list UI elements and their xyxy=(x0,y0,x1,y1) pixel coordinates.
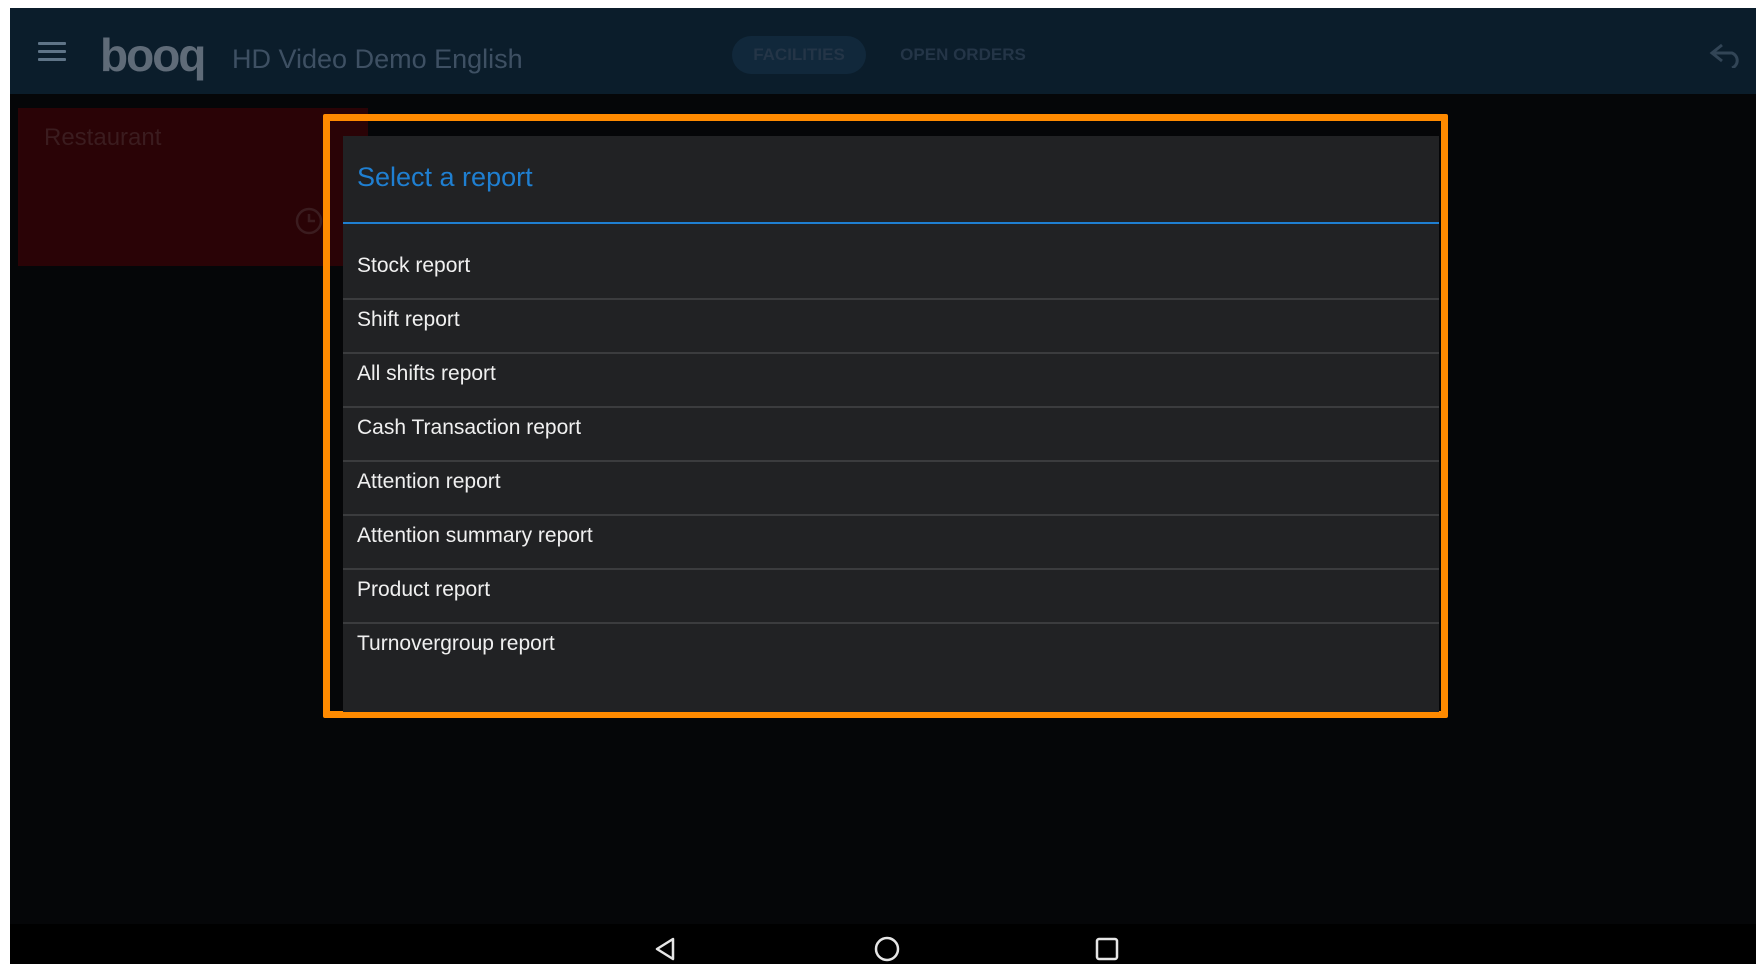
dialog-title: Select a report xyxy=(357,162,533,192)
report-item-label: Attention report xyxy=(357,470,501,493)
report-item-label: Turnovergroup report xyxy=(357,632,555,655)
report-item-label: Shift report xyxy=(357,308,460,331)
tab-open-orders[interactable]: OPEN ORDERS xyxy=(890,36,1036,74)
report-item-label: Stock report xyxy=(357,254,471,277)
report-item-label: Product report xyxy=(357,578,491,601)
facility-card-label: Restaurant xyxy=(44,124,162,151)
report-item-stock[interactable]: Stock report xyxy=(343,246,1439,300)
report-item-all-shifts[interactable]: All shifts report xyxy=(343,354,1439,408)
back-arrow-icon[interactable] xyxy=(1708,42,1744,68)
facility-card-restaurant[interactable]: Restaurant xyxy=(18,108,368,266)
report-item-label: Cash Transaction report xyxy=(357,416,582,439)
app-title: HD Video Demo English xyxy=(232,44,523,74)
menu-icon[interactable] xyxy=(38,42,66,62)
app-bar: booq HD Video Demo English FACILITIES OP… xyxy=(10,8,1756,94)
select-report-dialog: Select a report Stock report Shift repor… xyxy=(343,136,1439,712)
dialog-divider xyxy=(343,222,1439,224)
report-item-cash-transaction[interactable]: Cash Transaction report xyxy=(343,408,1439,462)
report-item-product[interactable]: Product report xyxy=(343,570,1439,624)
report-item-label: Attention summary report xyxy=(357,524,593,547)
nav-recents-icon[interactable] xyxy=(1092,934,1122,964)
tab-facilities[interactable]: FACILITIES xyxy=(732,36,866,74)
nav-back-icon[interactable] xyxy=(650,934,680,964)
report-item-attention-summary[interactable]: Attention summary report xyxy=(343,516,1439,570)
app-screen: booq HD Video Demo English FACILITIES OP… xyxy=(10,8,1756,964)
system-nav-bar xyxy=(10,924,1756,964)
clock-icon xyxy=(295,207,323,235)
report-item-turnovergroup[interactable]: Turnovergroup report xyxy=(343,624,1439,678)
report-item-label: All shifts report xyxy=(357,362,496,385)
report-item-attention[interactable]: Attention report xyxy=(343,462,1439,516)
report-list: Stock report Shift report All shifts rep… xyxy=(343,246,1439,678)
nav-home-icon[interactable] xyxy=(872,934,902,964)
app-logo: booq xyxy=(100,29,206,81)
report-item-shift[interactable]: Shift report xyxy=(343,300,1439,354)
